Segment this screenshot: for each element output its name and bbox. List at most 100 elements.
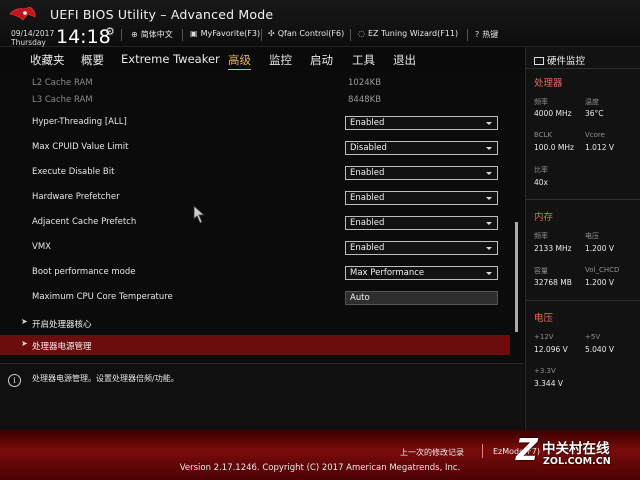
ez-tuning-wizard-button[interactable]: ◌ EZ Tuning Wizard(F11) — [358, 29, 458, 38]
divider — [526, 199, 640, 200]
mem-volt-value: 1.200 V — [585, 244, 614, 253]
execute-disable-select[interactable]: Enabled — [345, 166, 498, 180]
boot-performance-select[interactable]: Max Performance — [345, 266, 498, 280]
memory-section-title: 内存 — [534, 212, 554, 223]
tab-boot[interactable]: 启动 — [310, 52, 333, 68]
setting-label: Boot performance mode — [32, 267, 136, 277]
header-bar: UEFI BIOS Utility – Advanced Mode 09/14/… — [0, 0, 640, 48]
submenu-label: 处理器电源管理 — [32, 342, 92, 352]
v5-value: 5.040 V — [585, 345, 614, 354]
zol-watermark: Z 中关村在线 ZOL.COM.CN — [516, 433, 636, 477]
rog-logo-icon — [9, 6, 36, 21]
chevron-down-icon — [486, 272, 492, 275]
tab-monitor[interactable]: 监控 — [269, 52, 292, 68]
mem-cap-value: 32768 MB — [534, 278, 572, 287]
globe-icon: ⊕ — [131, 30, 138, 39]
info-icon: i — [8, 374, 21, 387]
mem-cap-label: 容量 — [534, 267, 548, 275]
help-text: 处理器电源管理。设置处理器倍频/功能。 — [32, 374, 179, 383]
submenu-cpu-power-management[interactable]: ➤ 处理器电源管理 — [0, 335, 510, 355]
v12-value: 12.096 V — [534, 345, 568, 354]
tab-advanced[interactable]: 高级 — [228, 52, 251, 70]
hotkey-icon: ? — [475, 30, 480, 39]
chevron-down-icon — [486, 197, 492, 200]
cpu-freq-value: 4000 MHz — [534, 109, 572, 118]
tab-tool[interactable]: 工具 — [352, 52, 375, 68]
setting-label: L2 Cache RAM — [32, 78, 93, 88]
setting-label: Hyper-Threading [ALL] — [32, 117, 127, 127]
vcore-label: Vcore — [585, 131, 605, 139]
ez-tuning-label: EZ Tuning Wizard(F11) — [367, 29, 459, 38]
tab-exit[interactable]: 退出 — [393, 52, 416, 68]
max-cpu-temp-input[interactable]: Auto — [345, 291, 498, 305]
tab-extreme-tweaker[interactable]: Extreme Tweaker — [121, 52, 220, 66]
setting-label: VMX — [32, 242, 51, 252]
qfan-control-button[interactable]: ✣ Qfan Control(F6) — [268, 29, 344, 38]
myfavorite-button[interactable]: ▣ MyFavorite(F3) — [190, 29, 260, 38]
language-button[interactable]: ⊕ 简体中文 — [131, 29, 173, 40]
header-divider — [182, 29, 183, 41]
header-divider — [261, 29, 262, 41]
hardware-prefetcher-select[interactable]: Enabled — [345, 191, 498, 205]
last-modified-button[interactable]: 上一次的修改记录 — [400, 447, 464, 458]
submenu-label: 开启处理器核心 — [32, 320, 92, 330]
setting-row-max-cpuid: Max CPUID Value Limit Disabled — [0, 136, 510, 160]
select-value: Disabled — [350, 143, 387, 153]
setting-label: Adjacent Cache Prefetch — [32, 217, 137, 227]
setting-row-adjacent-cache: Adjacent Cache Prefetch Enabled — [0, 211, 510, 235]
scrollbar[interactable] — [515, 222, 518, 332]
help-panel: i 处理器电源管理。设置处理器倍频/功能。 — [0, 363, 524, 430]
select-value: Enabled — [350, 193, 385, 203]
v12-label: +12V — [534, 333, 554, 341]
setting-label: Maximum CPU Core Temperature — [32, 292, 173, 302]
select-value: Enabled — [350, 218, 385, 228]
tab-favorites[interactable]: 收藏夹 — [30, 52, 65, 68]
language-label: 简体中文 — [140, 30, 173, 39]
date-text: 09/14/2017 — [11, 29, 55, 38]
chevron-right-icon: ➤ — [21, 317, 28, 326]
setting-value: 8448KB — [348, 95, 382, 105]
bclk-label: BCLK — [534, 131, 553, 139]
chevron-down-icon — [486, 247, 492, 250]
chevron-down-icon — [486, 222, 492, 225]
info-row-l3-cache: L3 Cache RAM 8448KB — [0, 89, 510, 113]
gear-icon[interactable]: ⚙ — [105, 25, 115, 38]
day-text: Thursday — [11, 38, 46, 47]
max-cpuid-select[interactable]: Disabled — [345, 141, 498, 155]
vol-chcd-label: Vol_CHCD — [585, 266, 620, 274]
clock-time[interactable]: 14:18 — [56, 26, 111, 48]
hotkey-button[interactable]: ? 热键 — [475, 29, 498, 40]
vmx-select[interactable]: Enabled — [345, 241, 498, 255]
setting-label: Hardware Prefetcher — [32, 192, 120, 202]
footer-divider — [482, 444, 483, 458]
mem-freq-label: 频率 — [534, 232, 548, 240]
v5-label: +5V — [585, 333, 601, 341]
tuning-icon: ◌ — [358, 29, 365, 38]
footer-bar: 上一次的修改记录 EzMode(F7) Version 2.17.1246. C… — [0, 430, 640, 480]
header-divider — [467, 29, 468, 41]
select-value: Max Performance — [350, 268, 425, 278]
mem-volt-label: 电压 — [585, 232, 599, 240]
chevron-down-icon — [486, 122, 492, 125]
divider — [526, 300, 640, 301]
submenu-enable-cores[interactable]: ➤ 开启处理器核心 — [0, 313, 510, 333]
tab-main[interactable]: 概要 — [81, 52, 104, 68]
voltage-section-title: 电压 — [534, 313, 554, 324]
mouse-cursor-icon — [193, 205, 206, 224]
fan-icon: ✣ — [268, 29, 275, 38]
select-value: Enabled — [350, 168, 385, 178]
favorite-icon: ▣ — [190, 29, 198, 38]
cpu-section-title: 处理器 — [534, 78, 563, 89]
chevron-right-icon: ➤ — [21, 339, 28, 348]
select-value: Enabled — [350, 243, 385, 253]
qfan-label: Qfan Control(F6) — [277, 29, 345, 38]
hyper-threading-select[interactable]: Enabled — [345, 116, 498, 130]
setting-row-hyper-threading: Hyper-Threading [ALL] Enabled — [0, 111, 510, 135]
header-divider — [350, 29, 351, 41]
vol-chcd-value: 1.200 V — [585, 278, 614, 287]
ratio-value: 40x — [534, 178, 548, 187]
mem-freq-value: 2133 MHz — [534, 244, 572, 253]
setting-value: 1024KB — [348, 78, 382, 88]
adjacent-cache-select[interactable]: Enabled — [345, 216, 498, 230]
menu-tabs: 收藏夹 概要 Extreme Tweaker 高级 监控 启动 工具 退出 — [0, 48, 524, 72]
